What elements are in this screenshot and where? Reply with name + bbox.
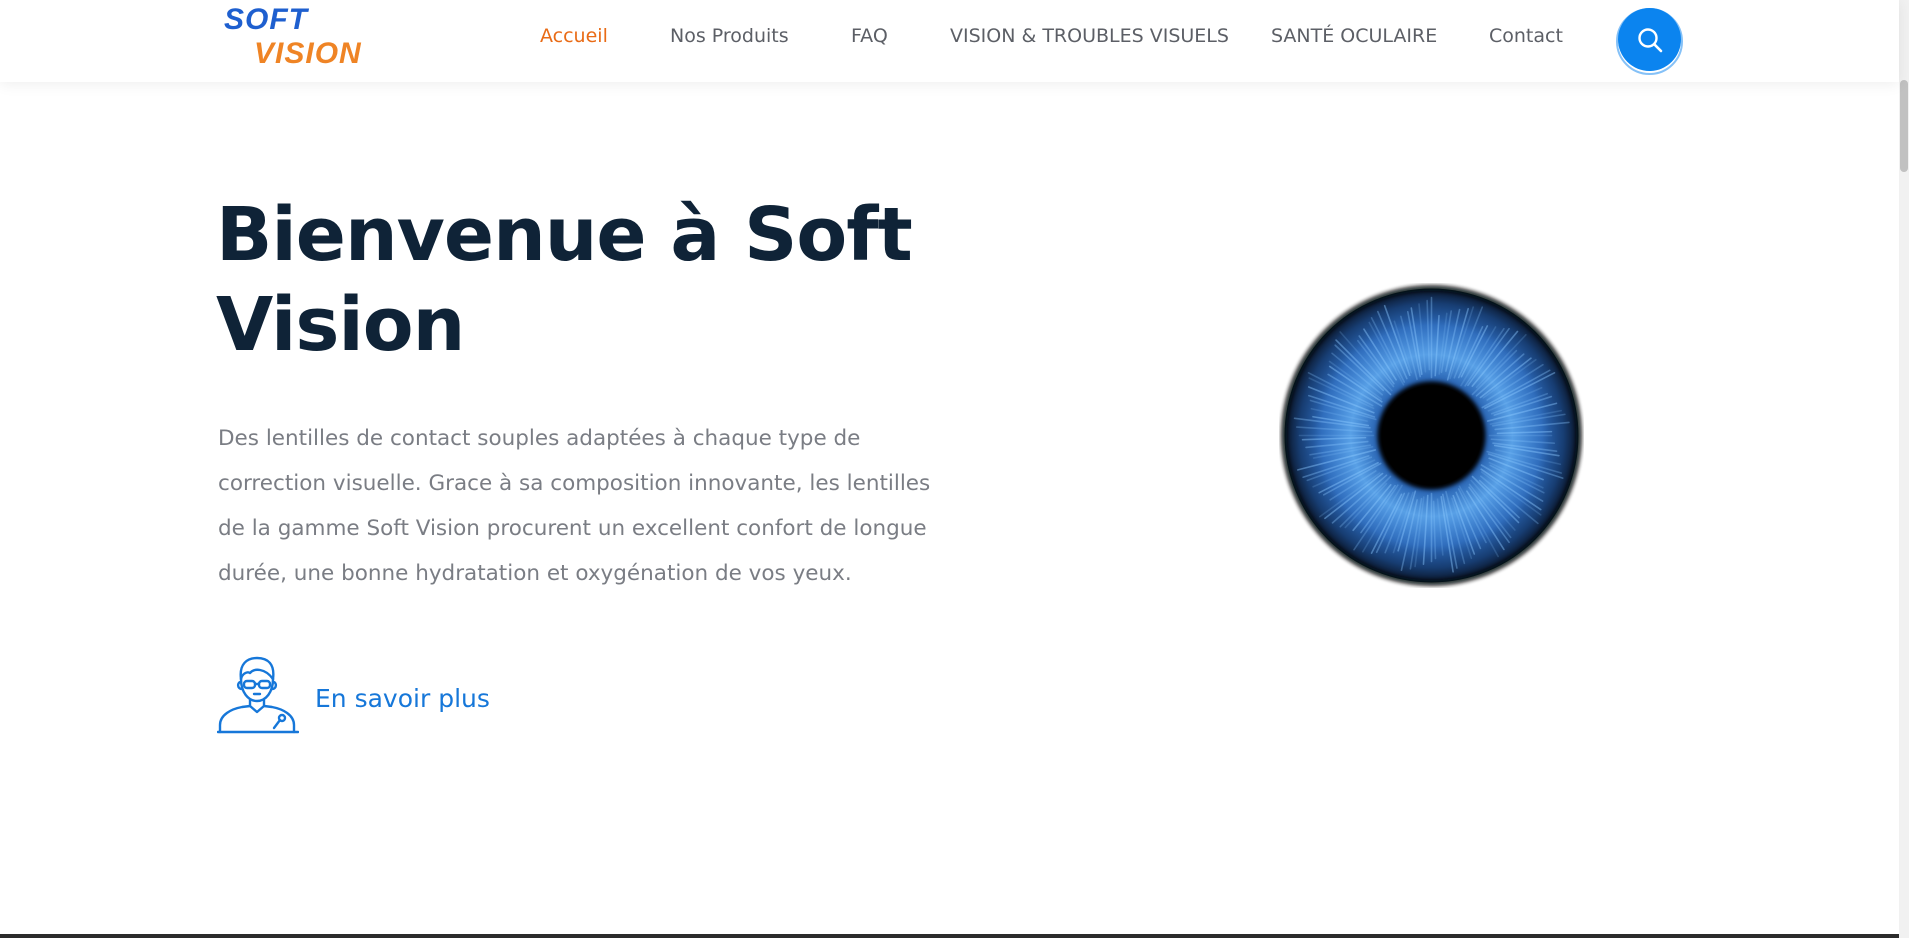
search-button[interactable] bbox=[1616, 8, 1683, 75]
nav-item-accueil[interactable]: Accueil bbox=[540, 25, 608, 47]
site-header: SOFT VISION Accueil Nos Produits FAQ VIS… bbox=[0, 0, 1899, 82]
nav-item-faq[interactable]: FAQ bbox=[851, 25, 888, 47]
bottom-edge-bar bbox=[0, 934, 1899, 938]
scrollbar-thumb[interactable] bbox=[1900, 80, 1908, 172]
logo[interactable]: SOFT VISION bbox=[224, 3, 374, 70]
nav-item-contact[interactable]: Contact bbox=[1489, 25, 1563, 47]
nav-item-vision-troubles-visuels[interactable]: VISION & TROUBLES VISUELS bbox=[950, 25, 1229, 47]
hero-title: Bienvenue à Soft Vision bbox=[216, 192, 913, 368]
learn-more-label: En savoir plus bbox=[315, 683, 490, 713]
page-scrollbar[interactable] bbox=[1899, 0, 1909, 938]
nav-item-nos-produits[interactable]: Nos Produits bbox=[670, 25, 789, 47]
nav-item-sante-oculaire[interactable]: SANTÉ OCULAIRE bbox=[1271, 25, 1437, 47]
learn-more-link[interactable]: En savoir plus bbox=[217, 652, 490, 734]
logo-text-soft: SOFT bbox=[224, 3, 308, 36]
optician-person-icon bbox=[217, 656, 299, 734]
hero-description: Des lentilles de contact souples adaptée… bbox=[218, 426, 931, 586]
logo-text-vision: VISION bbox=[254, 37, 362, 70]
page: SOFT VISION Accueil Nos Produits FAQ VIS… bbox=[0, 0, 1909, 938]
search-icon bbox=[1637, 27, 1662, 52]
eye-iris-icon bbox=[1281, 285, 1582, 586]
